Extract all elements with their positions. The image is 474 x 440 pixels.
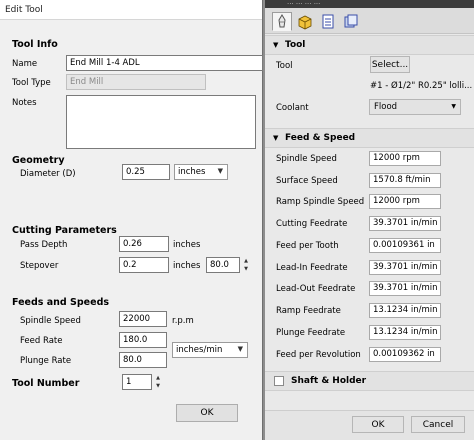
tool-section-header[interactable]: ▼ Tool	[265, 35, 474, 55]
tool-number-spinner[interactable]: ▲ ▼	[153, 374, 163, 390]
notes-textarea[interactable]	[66, 95, 256, 149]
surface-speed-field[interactable]: 1570.8 ft/min	[369, 173, 441, 188]
dialog-title: Edit Tool	[5, 5, 43, 15]
notes-label: Notes	[12, 98, 37, 108]
collapse-triangle-icon: ▼	[273, 41, 279, 49]
panel-title-strip: ... ... ... ...	[265, 0, 474, 8]
tool-tab-icon	[278, 14, 286, 28]
feed-speed-section-header[interactable]: ▼ Feed & Speed	[265, 128, 474, 148]
tool-info-heading: Tool Info	[12, 39, 58, 50]
tab-tool[interactable]	[272, 12, 292, 31]
chevron-down-icon: ▼	[237, 345, 243, 353]
chevron-down-icon: ▼	[217, 167, 223, 175]
stepover-field[interactable]: 0.2	[119, 257, 169, 273]
spin-down-icon[interactable]: ▼	[153, 382, 163, 390]
feed-rate-label: Feed Rate	[20, 336, 63, 346]
spindle-speed-unit: r.p.m	[172, 316, 194, 326]
geometry-heading: Geometry	[12, 155, 65, 166]
spin-down-icon[interactable]: ▼	[241, 265, 251, 273]
pass-depth-unit: inches	[173, 240, 201, 250]
tool-number-label: Tool Number	[12, 378, 80, 389]
ramp-feedrate-field[interactable]: 13.1234 in/min	[369, 303, 441, 318]
stepover-label: Stepover	[20, 261, 59, 271]
edit-tool-dialog: Edit Tool Tool Info Name End Mill 1-4 AD…	[0, 0, 263, 440]
tool-section-title: Tool	[285, 40, 306, 50]
spindle-speed-label: Spindle Speed	[276, 154, 337, 164]
tool-label: Tool	[276, 61, 293, 71]
plunge-rate-label: Plunge Rate	[20, 356, 72, 366]
panel-tab-bar	[265, 8, 474, 34]
pass-depth-label: Pass Depth	[20, 240, 68, 250]
spindle-speed-field[interactable]: 22000	[119, 311, 167, 327]
feed-rate-field[interactable]: 180.0	[119, 332, 167, 348]
tool-name-field[interactable]: End Mill 1-4 ADL	[66, 55, 263, 71]
tool-number-field[interactable]: 1	[122, 374, 152, 390]
lead-in-feedrate-field[interactable]: 39.3701 in/min	[369, 260, 441, 275]
units-select[interactable]: inches ▼	[174, 164, 228, 180]
name-label: Name	[12, 59, 38, 69]
cutting-parameters-heading: Cutting Parameters	[12, 225, 117, 236]
cutting-feedrate-field[interactable]: 39.3701 in/min	[369, 216, 441, 231]
lead-out-feedrate-label: Lead-Out Feedrate	[276, 284, 356, 294]
shaft-holder-section[interactable]: Shaft & Holder	[265, 371, 474, 391]
stack-tab-icon	[344, 14, 358, 28]
feed-per-revolution-label: Feed per Revolution	[276, 350, 361, 360]
coolant-select[interactable]: Flood ▼	[369, 99, 461, 115]
ramp-spindle-speed-label: Ramp Spindle Speed	[276, 197, 365, 207]
pass-depth-field[interactable]: 0.26	[119, 236, 169, 252]
shaft-holder-label: Shaft & Holder	[291, 376, 367, 386]
spindle-speed-field[interactable]: 12000 rpm	[369, 151, 441, 166]
ramp-spindle-speed-field[interactable]: 12000 rpm	[369, 194, 441, 209]
select-tool-button[interactable]: Select...	[370, 56, 410, 73]
tab-geometry[interactable]	[295, 12, 315, 31]
stepover-percent-spinner[interactable]: ▲ ▼	[241, 257, 251, 273]
surface-speed-label: Surface Speed	[276, 176, 338, 186]
spindle-speed-label: Spindle Speed	[20, 316, 81, 326]
ok-button[interactable]: OK	[176, 404, 238, 422]
plunge-feedrate-field[interactable]: 13.1234 in/min	[369, 325, 441, 340]
panel-ok-button[interactable]: OK	[352, 416, 404, 433]
feed-per-tooth-field[interactable]: 0.00109361 in	[369, 238, 441, 253]
stepover-unit: inches	[173, 261, 201, 271]
chevron-down-icon: ▼	[451, 103, 456, 110]
shaft-holder-checkbox[interactable]	[274, 376, 284, 386]
feed-per-tooth-label: Feed per Tooth	[276, 241, 339, 251]
tool-parameters-panel: ... ... ... ... ▼ Tool Tool Select... #1…	[265, 0, 474, 440]
collapse-triangle-icon: ▼	[273, 134, 279, 142]
document-tab-icon	[322, 14, 334, 29]
coolant-label: Coolant	[276, 103, 309, 113]
tool-type-select[interactable]: End Mill	[66, 74, 206, 90]
dialog-title-bar: Edit Tool	[0, 0, 262, 20]
lead-out-feedrate-field[interactable]: 39.3701 in/min	[369, 281, 441, 296]
units-value: inches	[178, 167, 206, 177]
ramp-feedrate-label: Ramp Feedrate	[276, 306, 341, 316]
coolant-value: Flood	[374, 102, 398, 112]
tab-heights[interactable]	[318, 12, 338, 31]
cube-tab-icon	[298, 15, 312, 30]
tab-passes[interactable]	[341, 12, 361, 31]
plunge-feedrate-label: Plunge Feedrate	[276, 328, 346, 338]
tool-type-label: Tool Type	[12, 78, 51, 88]
spin-up-icon[interactable]: ▲	[241, 257, 251, 265]
diameter-field[interactable]: 0.25	[122, 164, 170, 180]
panel-cancel-button[interactable]: Cancel	[411, 416, 465, 433]
lead-in-feedrate-label: Lead-In Feedrate	[276, 263, 348, 273]
stepover-percent-field[interactable]: 80.0	[206, 257, 240, 273]
rate-units-value: inches/min	[176, 345, 223, 355]
tool-type-value: End Mill	[70, 77, 104, 87]
rate-units-select[interactable]: inches/min ▼	[172, 342, 248, 358]
diameter-label: Diameter (D)	[20, 169, 76, 179]
spin-up-icon[interactable]: ▲	[153, 374, 163, 382]
tool-description: #1 - Ø1/2" R0.25" lolli...	[370, 81, 473, 91]
feeds-and-speeds-heading: Feeds and Speeds	[12, 297, 110, 308]
plunge-rate-field[interactable]: 80.0	[119, 352, 167, 368]
cutting-feedrate-label: Cutting Feedrate	[276, 219, 348, 229]
panel-title-fragment: ... ... ... ...	[287, 0, 321, 6]
feed-per-revolution-field[interactable]: 0.00109362 in	[369, 347, 441, 362]
feed-speed-section-title: Feed & Speed	[285, 133, 356, 143]
